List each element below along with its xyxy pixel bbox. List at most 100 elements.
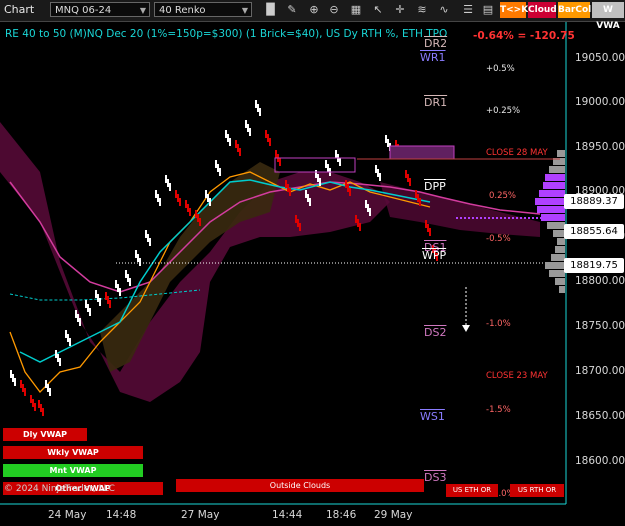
cursor-icon[interactable]: ↖ [370,2,386,18]
renko-brick [38,400,40,408]
renko-brick [137,254,139,262]
renko-brick [407,174,409,182]
y-tick: 19050.00 [575,52,625,64]
renko-brick [57,354,59,362]
level-ds3: DS3 [424,471,447,484]
bar-color-button[interactable]: BarCol [558,2,591,18]
zone-rect [274,157,356,173]
renko-brick [147,234,149,242]
price-label-current: 18889.37 [564,194,624,209]
renko-brick [45,380,47,388]
renko-brick [227,134,229,142]
pct-minus-1-0: -1.0% [486,319,511,329]
crosshair-icon[interactable]: ✛ [392,2,408,18]
renko-brick [237,144,239,152]
renko-brick [217,164,219,172]
renko-brick [267,134,269,142]
renko-brick [369,208,371,216]
renko-brick [215,160,217,168]
renko-brick [385,135,387,143]
period-selector[interactable]: 40 Renko ▼ [154,2,252,17]
weekly-vwap-button[interactable]: W VWA [592,2,624,31]
renko-brick [377,169,379,177]
grid-icon[interactable]: ▦ [348,2,364,18]
renko-brick [129,278,131,286]
renko-brick [275,150,277,158]
strategy-icon[interactable]: ≋ [414,2,430,18]
data-box-icon[interactable]: ▤ [480,2,496,18]
close-28-may: CLOSE 28 MAY [486,148,548,158]
pct-0-25: 0.25% [489,191,517,201]
volume-profile-bar [547,222,565,229]
drawing-tool-icon[interactable]: ✎ [284,2,300,18]
volume-profile-bar [535,198,565,205]
volume-profile-bar [549,270,565,277]
renko-brick [77,314,79,322]
renko-brick [199,218,201,226]
instrument-selector[interactable]: MNQ 06-24 ▼ [50,2,150,17]
properties-icon[interactable]: ☰ [460,2,476,18]
renko-brick [99,298,101,306]
renko-brick [259,108,261,116]
renko-brick [67,334,69,342]
volume-profile-bar [555,278,565,285]
renko-brick [197,214,199,222]
zone-rect [389,145,455,160]
renko-brick [117,284,119,292]
renko-brick [257,104,259,112]
volume-profile-bar [555,246,565,253]
renko-brick [145,230,147,238]
volume-profile-bar [545,262,565,269]
renko-brick [115,280,117,288]
chevron-down-icon: ▼ [241,6,248,15]
renko-brick [185,200,187,208]
renko-brick [289,188,291,196]
renko-brick [355,215,357,223]
pct-plus-0-5: +0.5% [486,64,515,74]
renko-brick [127,274,129,282]
renko-brick [65,330,67,338]
zoom-out-icon[interactable]: ⊖ [326,2,342,18]
renko-brick [365,200,367,208]
x-tick: 14:44 [272,509,303,521]
volume-profile-bar [557,238,565,245]
renko-brick [405,170,407,178]
renko-brick [32,399,34,407]
renko-brick [335,150,337,158]
level-dr1: DR1 [424,96,448,109]
renko-brick [155,190,157,198]
renko-brick [109,300,111,308]
bar-type-icon[interactable]: ▐▌ [262,2,279,18]
renko-brick [125,270,127,278]
renko-brick [299,223,301,231]
weekly-vwap-label: Wkly VWAP [3,446,143,459]
renko-brick [235,140,237,148]
renko-brick [69,338,71,346]
level-dr2: DR2 [424,37,448,50]
renko-brick [30,395,32,403]
renko-brick [319,178,321,186]
indicators-icon[interactable]: ∿ [436,2,452,18]
renko-brick [309,198,311,206]
renko-brick [107,296,109,304]
renko-brick [285,180,287,188]
y-tick: 18800.00 [575,275,625,287]
cloud-button[interactable]: Cloud [528,2,557,18]
renko-brick [307,194,309,202]
renko-brick [59,358,61,366]
renko-brick [189,208,191,216]
ichimoku-clouds [0,122,540,402]
renko-brick [429,228,431,236]
renko-brick [149,238,151,246]
chevron-down-icon: ▼ [139,6,146,15]
renko-brick [187,204,189,212]
tenkan-kijun-button[interactable]: T<>K [500,2,528,18]
x-tick: 29 May [374,509,413,521]
zoom-in-icon[interactable]: ⊕ [306,2,322,18]
renko-brick [305,190,307,198]
renko-brick [79,318,81,326]
renko-brick [40,404,42,412]
level-ds2: DS2 [424,326,447,339]
instrument-value: MNQ 06-24 [55,5,112,16]
renko-brick [265,130,267,138]
